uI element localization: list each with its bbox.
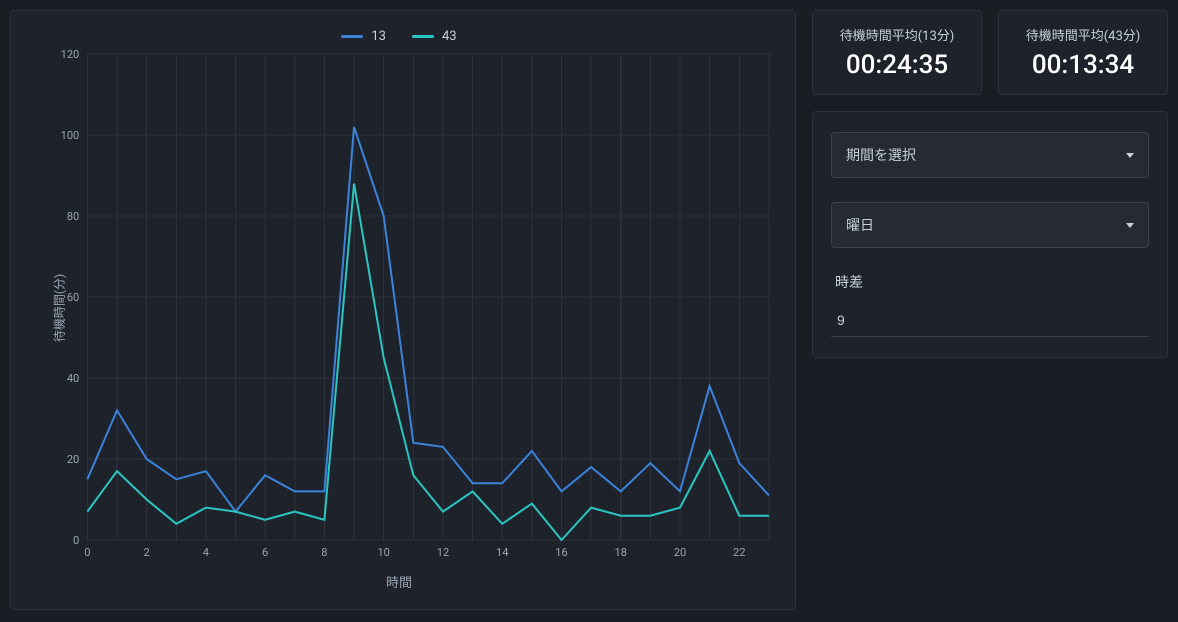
chart-legend: 13 43 xyxy=(19,29,779,44)
stat-value: 00:24:35 xyxy=(825,50,969,80)
svg-text:100: 100 xyxy=(61,129,80,142)
dow-select-label: 曜日 xyxy=(846,215,874,235)
y-axis-label: 待機時間(分) xyxy=(51,274,68,342)
chart-svg[interactable]: 0 20 40 60 80 100 120 0 2 4 6 8 10 12 14 16 18 20 22 xyxy=(43,48,779,568)
svg-text:20: 20 xyxy=(67,453,79,466)
legend-label: 43 xyxy=(442,29,457,44)
svg-text:18: 18 xyxy=(615,546,627,559)
stat-value: 00:13:34 xyxy=(1011,50,1155,80)
period-select[interactable]: 期間を選択 xyxy=(831,132,1149,178)
svg-text:0: 0 xyxy=(73,534,79,547)
svg-text:2: 2 xyxy=(144,546,150,559)
svg-text:40: 40 xyxy=(67,372,79,385)
svg-text:12: 12 xyxy=(437,546,449,559)
svg-text:10: 10 xyxy=(377,546,389,559)
controls-panel: 期間を選択 曜日 時差 xyxy=(812,111,1168,358)
stat-card-13: 待機時間平均(13分) 00:24:35 xyxy=(812,10,982,95)
offset-input[interactable] xyxy=(831,306,1149,337)
svg-text:20: 20 xyxy=(674,546,686,559)
svg-text:60: 60 xyxy=(67,291,79,304)
legend-swatch-43 xyxy=(412,35,434,38)
svg-text:0: 0 xyxy=(84,546,90,559)
offset-field-group: 時差 xyxy=(831,272,1149,337)
svg-text:80: 80 xyxy=(67,210,79,223)
svg-text:120: 120 xyxy=(61,48,80,61)
svg-text:16: 16 xyxy=(555,546,567,559)
chart-panel: 13 43 待機時間(分) 0 20 40 60 80 100 120 0 2 4 6 8 10 12 14… xyxy=(10,10,796,610)
svg-text:8: 8 xyxy=(321,546,327,559)
right-column: 待機時間平均(13分) 00:24:35 待機時間平均(43分) 00:13:3… xyxy=(812,10,1168,612)
svg-text:22: 22 xyxy=(733,546,745,559)
period-select-label: 期間を選択 xyxy=(846,145,916,165)
svg-text:14: 14 xyxy=(496,546,508,559)
stat-title: 待機時間平均(13分) xyxy=(825,25,969,44)
svg-text:4: 4 xyxy=(203,546,209,559)
dow-select[interactable]: 曜日 xyxy=(831,202,1149,248)
plot-area: 待機時間(分) 0 20 40 60 80 100 120 0 2 4 6 8 10 12 14 16 18 20… xyxy=(43,48,779,568)
stat-card-43: 待機時間平均(43分) 00:13:34 xyxy=(998,10,1168,95)
offset-label: 時差 xyxy=(831,272,1149,292)
legend-swatch-13 xyxy=(341,35,363,38)
stats-row: 待機時間平均(13分) 00:24:35 待機時間平均(43分) 00:13:3… xyxy=(812,10,1168,95)
legend-item-43[interactable]: 43 xyxy=(412,29,457,44)
stat-title: 待機時間平均(43分) xyxy=(1011,25,1155,44)
x-axis-label: 時間 xyxy=(19,572,779,591)
chevron-down-icon xyxy=(1126,223,1134,228)
legend-label: 13 xyxy=(371,29,386,44)
legend-item-13[interactable]: 13 xyxy=(341,29,386,44)
svg-text:6: 6 xyxy=(262,546,268,559)
chevron-down-icon xyxy=(1126,153,1134,158)
